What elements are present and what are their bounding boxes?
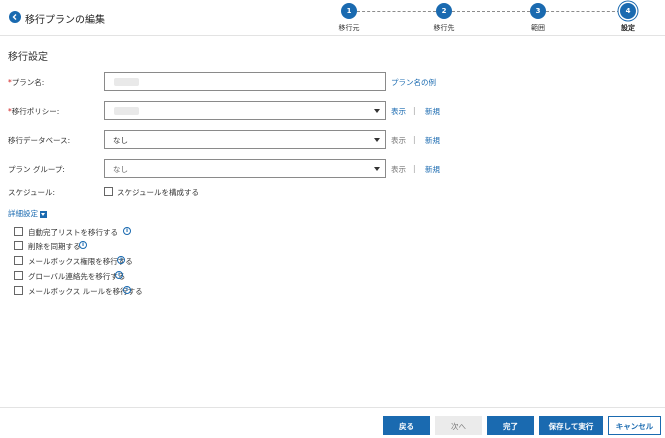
step-2-label: 移行先 xyxy=(433,24,455,32)
option-label-global-contacts[interactable]: グローバル連絡先を移行する xyxy=(28,271,125,282)
plan-name-example-link[interactable]: プラン名の例 xyxy=(391,77,436,88)
next-button[interactable]: 次へ xyxy=(435,416,482,435)
policy-select[interactable] xyxy=(104,101,386,120)
database-select[interactable]: なし xyxy=(104,130,386,149)
step-2-circle[interactable]: 2 xyxy=(436,3,452,19)
database-label: 移行データベース: xyxy=(8,136,71,145)
plan-group-label: プラン グループ: xyxy=(8,165,65,174)
step-4-label: 設定 xyxy=(621,24,635,32)
wizard-stepper: 1 2 3 4 移行元 移行先 範囲 設定 xyxy=(330,0,650,36)
policy-label-text: 移行ポリシー: xyxy=(11,107,60,116)
plan-group-new-link[interactable]: 新規 xyxy=(425,164,440,175)
advanced-settings-toggle[interactable]: 詳細設定 xyxy=(8,208,47,219)
link-separator: | xyxy=(413,106,416,115)
chevron-down-icon xyxy=(374,109,380,113)
step-3-label: 範囲 xyxy=(531,24,545,32)
advanced-settings-label: 詳細設定 xyxy=(8,209,38,218)
policy-view-link[interactable]: 表示 xyxy=(391,106,406,117)
step-1-label: 移行元 xyxy=(338,24,360,32)
cancel-button[interactable]: キャンセル xyxy=(608,416,661,435)
step-connector xyxy=(357,11,436,12)
info-icon[interactable]: i xyxy=(123,286,131,294)
chevron-down-icon xyxy=(374,138,380,142)
option-checkbox-mailbox-permissions[interactable] xyxy=(14,256,23,265)
plan-group-view-link[interactable]: 表示 xyxy=(391,164,406,175)
step-connector xyxy=(452,11,530,12)
page-header: 移行プランの編集 1 2 3 4 移行元 移行先 範囲 設定 xyxy=(0,0,665,36)
info-icon[interactable]: i xyxy=(117,256,125,264)
option-checkbox-sync-deletes[interactable] xyxy=(14,241,23,250)
policy-value-redacted xyxy=(114,107,139,115)
chevron-down-icon xyxy=(40,210,47,218)
schedule-checkbox-label[interactable]: スケジュールを構成する xyxy=(117,187,199,198)
plan-name-label-text: プラン名: xyxy=(11,78,45,87)
section-title: 移行設定 xyxy=(8,52,48,63)
back-button[interactable]: 戻る xyxy=(383,416,430,435)
page-title: 移行プランの編集 xyxy=(25,15,105,26)
plan-name-label: *プラン名: xyxy=(8,77,44,88)
database-select-value: なし xyxy=(113,136,128,145)
plan-group-select-value: なし xyxy=(113,165,128,174)
schedule-label: スケジュール: xyxy=(8,188,56,197)
option-label-auto-complete[interactable]: 自動完了リストを移行する xyxy=(28,227,118,238)
database-view-link[interactable]: 表示 xyxy=(391,135,406,146)
footer-divider xyxy=(0,407,665,408)
policy-label: *移行ポリシー: xyxy=(8,106,59,117)
step-3-circle[interactable]: 3 xyxy=(530,3,546,19)
finish-button[interactable]: 完了 xyxy=(487,416,534,435)
chevron-down-icon xyxy=(374,167,380,171)
plan-name-value-redacted xyxy=(114,78,139,86)
step-4-circle[interactable]: 4 xyxy=(620,3,636,19)
info-icon[interactable]: i xyxy=(123,227,131,235)
schedule-checkbox[interactable] xyxy=(104,187,113,196)
option-checkbox-global-contacts[interactable] xyxy=(14,271,23,280)
step-connector xyxy=(546,11,620,12)
info-icon[interactable]: i xyxy=(79,241,87,249)
plan-group-select[interactable]: なし xyxy=(104,159,386,178)
option-checkbox-auto-complete[interactable] xyxy=(14,227,23,236)
option-label-sync-deletes[interactable]: 削除を同期する xyxy=(28,241,81,252)
option-checkbox-mailbox-rules[interactable] xyxy=(14,286,23,295)
database-new-link[interactable]: 新規 xyxy=(425,135,440,146)
plan-name-input[interactable] xyxy=(104,72,386,91)
step-1-circle[interactable]: 1 xyxy=(341,3,357,19)
save-and-run-button[interactable]: 保存して実行 xyxy=(539,416,603,435)
link-separator: | xyxy=(413,135,416,144)
back-arrow-icon[interactable] xyxy=(9,11,21,23)
info-icon[interactable]: i xyxy=(115,271,123,279)
policy-new-link[interactable]: 新規 xyxy=(425,106,440,117)
link-separator: | xyxy=(413,164,416,173)
